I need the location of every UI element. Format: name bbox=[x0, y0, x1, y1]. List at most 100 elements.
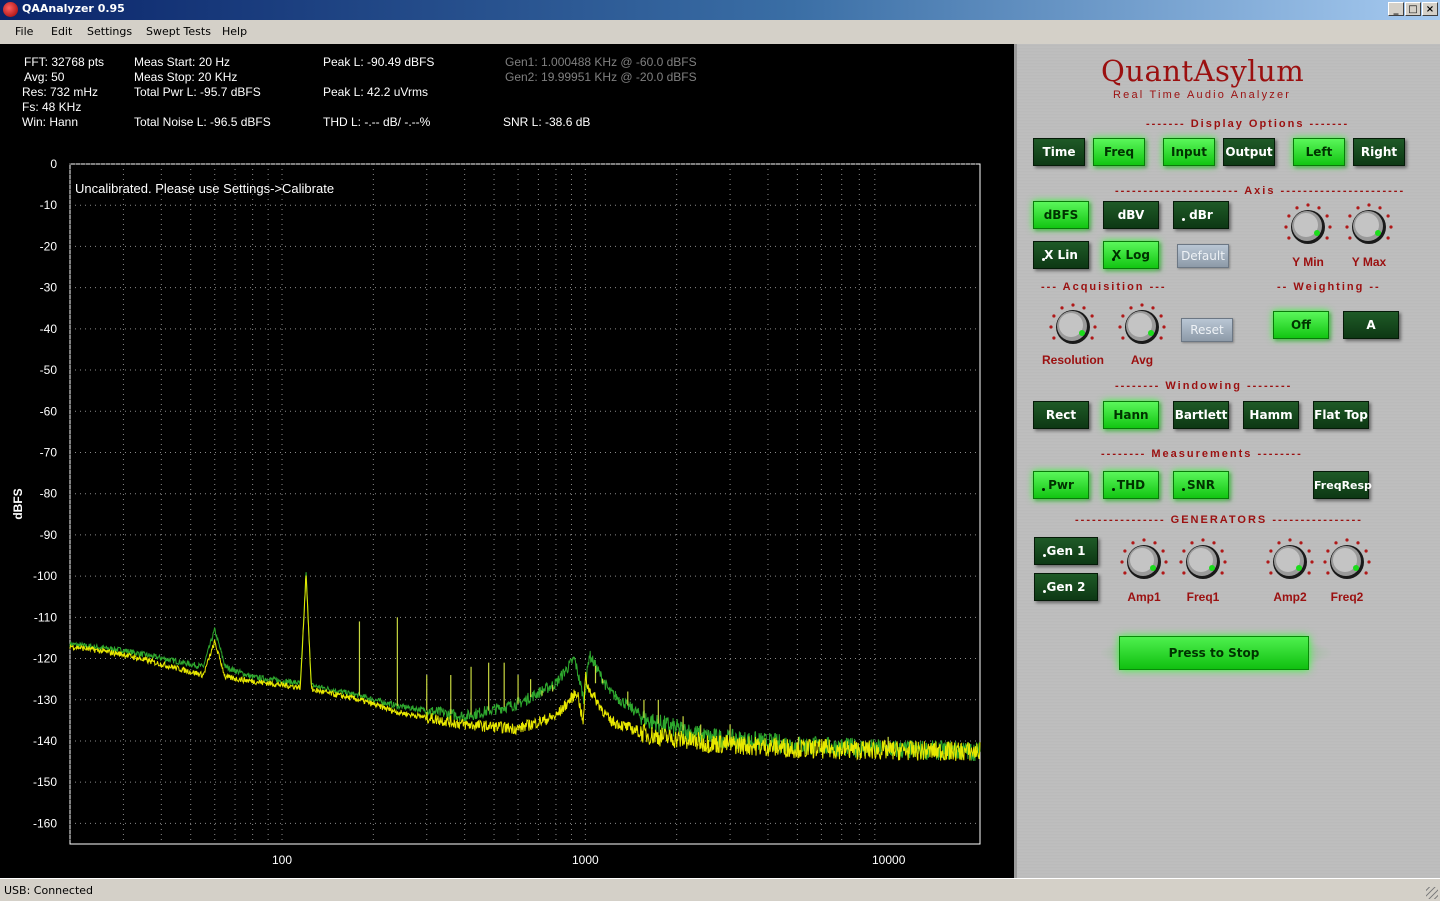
dbv-label: dBV bbox=[1117, 208, 1145, 222]
freq1-label: Freq1 bbox=[1186, 590, 1220, 604]
menu-edit[interactable]: Edit bbox=[51, 25, 72, 38]
bartlett-label: Bartlett bbox=[1174, 408, 1228, 422]
resize-grip-icon[interactable] bbox=[1426, 887, 1438, 899]
hamm-window-button[interactable]: Hamm bbox=[1243, 401, 1299, 429]
menu-swept-tests[interactable]: Swept Tests bbox=[146, 25, 211, 38]
freqresp-label: FreqResp bbox=[1314, 479, 1372, 492]
default-label: Default bbox=[1181, 249, 1225, 263]
spectrum-chart[interactable]: 0 -10 -20 -30 -40 -50 -60 -70 -80 -90 -100 -110 -120… bbox=[0, 44, 1014, 878]
y-tick-label: -40 bbox=[40, 322, 58, 336]
rect-label: Rect bbox=[1045, 408, 1077, 422]
x-tick-label: 10000 bbox=[872, 853, 906, 867]
reset-button[interactable]: Reset bbox=[1181, 318, 1233, 342]
gen1-button[interactable]: Gen 1 bbox=[1034, 537, 1098, 565]
y-max-knob-icon[interactable] bbox=[1345, 203, 1393, 251]
gen2-button[interactable]: Gen 2 bbox=[1034, 573, 1098, 601]
y-tick-label: -10 bbox=[40, 198, 58, 212]
weighting-a-button[interactable]: A bbox=[1343, 311, 1399, 339]
rect-window-button[interactable]: Rect bbox=[1033, 401, 1089, 429]
maximize-button[interactable]: □ bbox=[1405, 2, 1421, 16]
thd-button[interactable]: THD bbox=[1103, 471, 1159, 499]
bartlett-window-button[interactable]: Bartlett bbox=[1173, 401, 1229, 429]
status-bar: USB: Connected bbox=[0, 878, 1440, 901]
left-label: Left bbox=[1305, 145, 1333, 159]
amp1-knob-icon[interactable] bbox=[1120, 538, 1168, 586]
avg-label: Avg bbox=[1130, 353, 1154, 367]
display-options-header: ------- Display Options ------- bbox=[1146, 118, 1350, 130]
axis-header: ---------------------- Axis ------------… bbox=[1115, 185, 1406, 197]
y-tick-label: 0 bbox=[50, 157, 57, 171]
press-to-stop-button[interactable]: Press to Stop bbox=[1119, 636, 1309, 670]
dbfs-button[interactable]: dBFS bbox=[1033, 201, 1089, 229]
freqresp-button[interactable]: FreqResp bbox=[1313, 471, 1372, 499]
control-panel: QuantAsylum Real Time Audio Analyzer ---… bbox=[1014, 44, 1440, 878]
close-button[interactable]: × bbox=[1422, 2, 1438, 16]
flat-top-label: Flat Top bbox=[1314, 408, 1368, 422]
snr-button[interactable]: SNR bbox=[1173, 471, 1229, 499]
y-tick-label: -100 bbox=[33, 569, 57, 583]
indicator-dot-icon bbox=[1182, 488, 1185, 491]
reset-label: Reset bbox=[1190, 323, 1224, 337]
avg-knob-icon[interactable] bbox=[1118, 303, 1166, 351]
menu-file[interactable]: File bbox=[15, 25, 33, 38]
indicator-dot-icon bbox=[1042, 488, 1045, 491]
x-log-label: X Log bbox=[1112, 248, 1150, 262]
dbfs-label: dBFS bbox=[1043, 208, 1079, 222]
pwr-button[interactable]: Pwr bbox=[1033, 471, 1089, 499]
default-button[interactable]: Default bbox=[1177, 244, 1229, 268]
generators-header: ---------------- GENERATORS ------------… bbox=[1075, 514, 1363, 526]
brand-logo: QuantAsylum bbox=[1101, 54, 1305, 88]
menu-help[interactable]: Help bbox=[222, 25, 247, 38]
gen1-label: Gen 1 bbox=[1046, 544, 1086, 558]
x-tick-label: 100 bbox=[272, 853, 292, 867]
y-tick-label: -150 bbox=[33, 775, 57, 789]
y-tick-label: -140 bbox=[33, 734, 57, 748]
indicator-dot-icon bbox=[1042, 258, 1045, 261]
resolution-label: Resolution bbox=[1042, 353, 1104, 367]
output-label: Output bbox=[1225, 145, 1273, 159]
pwr-label: Pwr bbox=[1048, 478, 1074, 492]
freq-button[interactable]: Freq bbox=[1093, 138, 1145, 166]
y-min-knob-icon[interactable] bbox=[1284, 203, 1332, 251]
amp2-label: Amp2 bbox=[1273, 590, 1307, 604]
input-label: Input bbox=[1171, 145, 1207, 159]
indicator-dot-icon bbox=[1043, 590, 1046, 593]
stop-label: Press to Stop bbox=[1168, 646, 1260, 660]
y-tick-label: -160 bbox=[33, 816, 57, 830]
input-button[interactable]: Input bbox=[1163, 138, 1215, 166]
minimize-button[interactable]: _ bbox=[1388, 2, 1404, 16]
weighting-off-button[interactable]: Off bbox=[1273, 311, 1329, 339]
weighting-header: -- Weighting -- bbox=[1277, 281, 1381, 293]
x-lin-button[interactable]: X Lin bbox=[1033, 241, 1089, 269]
brand-tagline: Real Time Audio Analyzer bbox=[1113, 89, 1292, 101]
flat-top-window-button[interactable]: Flat Top bbox=[1313, 401, 1369, 429]
y-tick-label: -120 bbox=[33, 652, 57, 666]
freq-label: Freq bbox=[1103, 145, 1135, 159]
indicator-dot-icon bbox=[1182, 218, 1185, 221]
amp2-knob-icon[interactable] bbox=[1266, 538, 1314, 586]
amp1-label: Amp1 bbox=[1127, 590, 1161, 604]
calibration-warning: Uncalibrated. Please use Settings->Calib… bbox=[75, 181, 334, 196]
resolution-knob-icon[interactable] bbox=[1049, 303, 1097, 351]
right-label: Right bbox=[1360, 145, 1398, 159]
x-log-button[interactable]: X Log bbox=[1103, 241, 1159, 269]
dbr-button[interactable]: dBr bbox=[1173, 201, 1229, 229]
freq1-knob-icon[interactable] bbox=[1179, 538, 1227, 586]
y-tick-label: -90 bbox=[40, 528, 58, 542]
freq2-knob-icon[interactable] bbox=[1323, 538, 1371, 586]
y-tick-label: -50 bbox=[40, 363, 58, 377]
right-channel-button[interactable]: Right bbox=[1353, 138, 1405, 166]
freq2-label: Freq2 bbox=[1330, 590, 1364, 604]
left-channel-button[interactable]: Left bbox=[1293, 138, 1345, 166]
output-button[interactable]: Output bbox=[1223, 138, 1275, 166]
y-tick-label: -110 bbox=[34, 610, 57, 624]
gen2-label: Gen 2 bbox=[1046, 580, 1086, 594]
time-button[interactable]: Time bbox=[1033, 138, 1085, 166]
measurements-header: -------- Measurements -------- bbox=[1101, 448, 1303, 460]
y-axis-label: dBFS bbox=[11, 488, 25, 519]
hann-window-button[interactable]: Hann bbox=[1103, 401, 1159, 429]
menu-settings[interactable]: Settings bbox=[87, 25, 132, 38]
dbv-button[interactable]: dBV bbox=[1103, 201, 1159, 229]
indicator-dot-icon bbox=[1112, 258, 1115, 261]
y-min-label: Y Min bbox=[1292, 255, 1324, 269]
